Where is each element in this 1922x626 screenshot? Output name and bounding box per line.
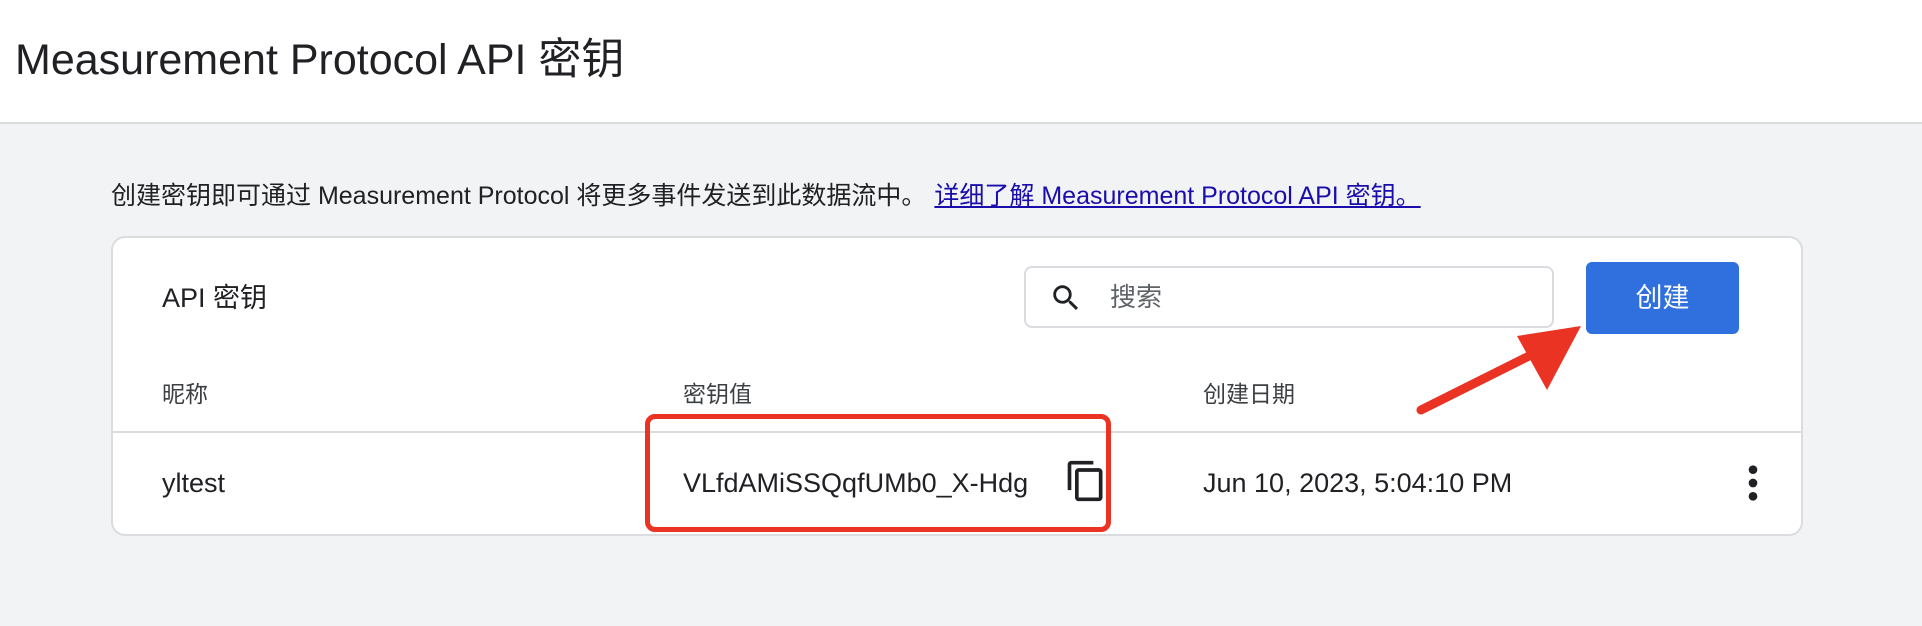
table-row: yltest VLfdAMiSSQqfUMb0_X-Hdg Jun 10, 20… bbox=[113, 433, 1801, 534]
page-title: Measurement Protocol API 密钥 bbox=[15, 36, 625, 84]
search-input[interactable] bbox=[1110, 276, 1530, 318]
column-header-key-value: 密钥值 bbox=[683, 381, 752, 407]
intro-text: 创建密钥即可通过 Measurement Protocol 将更多事件发送到此数… bbox=[111, 179, 1421, 213]
column-header-created: 创建日期 bbox=[1203, 381, 1295, 407]
more-vert-icon[interactable] bbox=[1747, 463, 1759, 503]
row-nickname: yltest bbox=[162, 468, 226, 498]
row-key-value: VLfdAMiSSQqfUMb0_X-Hdg bbox=[683, 468, 1029, 498]
search-box[interactable] bbox=[1024, 266, 1554, 328]
page-header: Measurement Protocol API 密钥 bbox=[0, 0, 1922, 124]
create-button[interactable]: 创建 bbox=[1586, 262, 1739, 334]
api-keys-card: API 密钥 创建 昵称 密钥值 创建日期 yltest VLfdAMiSSQq… bbox=[111, 236, 1803, 536]
main-content: 创建密钥即可通过 Measurement Protocol 将更多事件发送到此数… bbox=[0, 124, 1922, 626]
column-header-nickname: 昵称 bbox=[162, 381, 208, 407]
learn-more-link[interactable]: 详细了解 Measurement Protocol API 密钥。 bbox=[934, 182, 1420, 210]
copy-icon[interactable] bbox=[1064, 457, 1108, 505]
row-created-date: Jun 10, 2023, 5:04:10 PM bbox=[1203, 468, 1513, 498]
intro-description: 创建密钥即可通过 Measurement Protocol 将更多事件发送到此数… bbox=[111, 182, 927, 210]
card-title: API 密钥 bbox=[162, 283, 268, 313]
search-icon bbox=[1053, 285, 1079, 311]
